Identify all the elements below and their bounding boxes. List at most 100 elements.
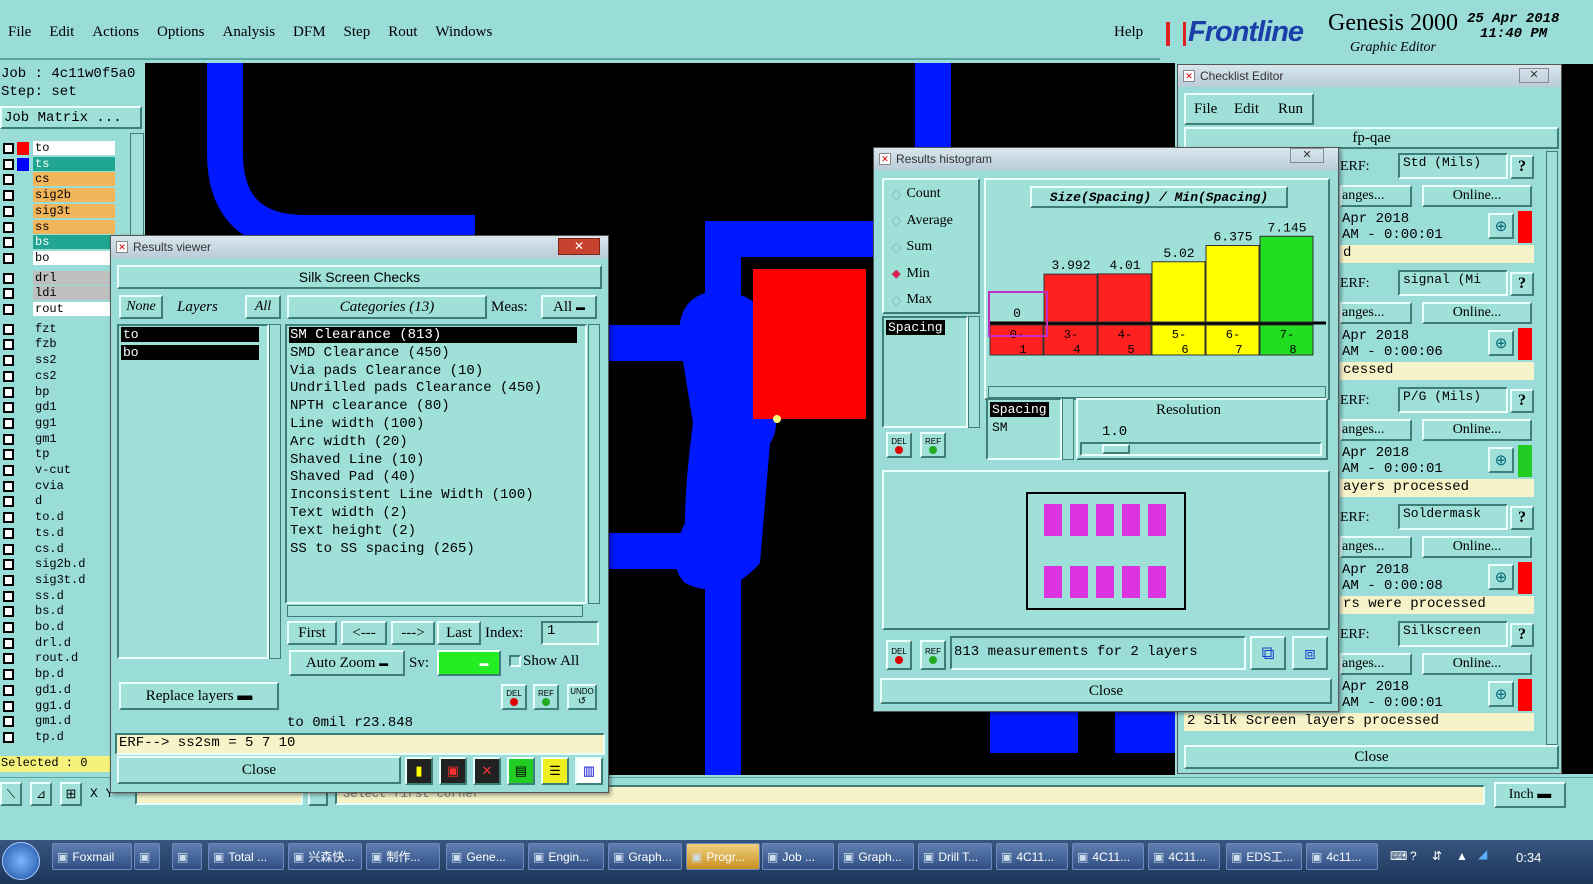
units-select[interactable]: Inch ▬ bbox=[1494, 782, 1566, 808]
layer-row[interactable]: d bbox=[0, 494, 115, 509]
taskbar-button[interactable]: ▣ Total ... bbox=[208, 843, 284, 870]
layer-checkbox[interactable] bbox=[3, 669, 14, 681]
index-field[interactable]: 1 bbox=[541, 621, 599, 645]
online-button[interactable]: Online... bbox=[1422, 302, 1532, 324]
rv-layer-scrollbar[interactable] bbox=[269, 324, 281, 659]
category-item[interactable]: Text width (2) bbox=[289, 505, 408, 521]
layer-row[interactable]: cs bbox=[0, 172, 115, 187]
sv-color-select[interactable]: ▬ bbox=[437, 650, 501, 676]
job-matrix-button[interactable]: Job Matrix ... bbox=[0, 106, 142, 129]
layer-checkbox[interactable] bbox=[3, 684, 14, 696]
category-item[interactable]: SS to SS spacing (265) bbox=[289, 541, 475, 557]
hist-ref-button-2[interactable]: REF bbox=[920, 640, 946, 670]
ranges-button[interactable]: anges... bbox=[1340, 536, 1412, 558]
arrow-up-icon[interactable]: ▲ bbox=[1456, 849, 1468, 863]
zoom-box-icon[interactable]: ▣ bbox=[439, 757, 467, 785]
grid-icon[interactable]: ⊞ bbox=[60, 782, 82, 806]
layer-row[interactable]: ts.d bbox=[0, 525, 115, 541]
layer-checkbox[interactable] bbox=[3, 323, 14, 335]
taskbar-button[interactable]: ▣ Engin... bbox=[528, 843, 604, 870]
taskbar-button[interactable]: ▣ 制作... bbox=[366, 843, 440, 870]
first-button[interactable]: First bbox=[287, 621, 337, 645]
cl-menu-run[interactable]: Run bbox=[1278, 101, 1303, 118]
taskbar-button[interactable]: ▣ Graph... bbox=[608, 843, 682, 870]
layer-scrollbar[interactable] bbox=[130, 133, 144, 243]
category-item[interactable]: Via pads Clearance (10) bbox=[289, 363, 483, 379]
layer-row[interactable]: ts bbox=[0, 156, 115, 172]
chart-hscrollbar[interactable] bbox=[988, 386, 1326, 398]
import-icon[interactable]: ⧈ bbox=[1292, 636, 1328, 670]
close-icon[interactable]: ✕ bbox=[558, 238, 600, 255]
layer-row[interactable]: gd1 bbox=[0, 400, 115, 415]
highlight-icon[interactable]: ▮ bbox=[405, 757, 433, 785]
layer-row[interactable]: cvia bbox=[0, 478, 115, 494]
layer-row[interactable]: v-cut bbox=[0, 463, 115, 478]
show-all-checkbox[interactable] bbox=[509, 655, 521, 667]
zoom-icon[interactable]: ⊕ bbox=[1488, 213, 1514, 239]
layer-row[interactable]: drl bbox=[0, 270, 115, 286]
category-item[interactable]: Shaved Line (10) bbox=[289, 452, 424, 468]
layer-checkbox[interactable] bbox=[3, 512, 14, 524]
layer-checkbox[interactable] bbox=[3, 606, 14, 618]
category-hscrollbar[interactable] bbox=[287, 605, 583, 617]
layer-checkbox[interactable] bbox=[3, 402, 14, 414]
checklist-titlebar[interactable]: ✕ Checklist Editor ✕ bbox=[1178, 65, 1561, 87]
layer-row[interactable]: tp bbox=[0, 447, 115, 462]
online-button[interactable]: Online... bbox=[1422, 185, 1532, 207]
menu-step[interactable]: Step bbox=[344, 24, 371, 41]
hist-close-button[interactable]: Close bbox=[880, 678, 1332, 704]
layer-checkbox[interactable] bbox=[3, 143, 14, 154]
auto-zoom-select[interactable]: Auto Zoom ▬ bbox=[289, 650, 405, 676]
stat-option-sum[interactable]: ◆ Sum bbox=[892, 239, 932, 255]
layer-checkbox[interactable] bbox=[3, 574, 14, 586]
menu-edit[interactable]: Edit bbox=[49, 24, 74, 41]
category-item[interactable]: Text height (2) bbox=[289, 523, 416, 539]
layer-checkbox[interactable] bbox=[3, 433, 14, 445]
layer-checkbox[interactable] bbox=[3, 543, 14, 555]
selection-item-2[interactable]: SM bbox=[990, 420, 1010, 435]
cross-out-icon[interactable]: ✕ bbox=[473, 757, 501, 785]
layer-checkbox[interactable] bbox=[3, 700, 14, 712]
taskbar-button[interactable]: ▣ Drill T... bbox=[918, 843, 992, 870]
prev-button[interactable]: <--- bbox=[341, 621, 387, 645]
ranges-button[interactable]: anges... bbox=[1340, 419, 1412, 441]
close-icon[interactable]: ✕ bbox=[1290, 148, 1324, 163]
help-button[interactable]: ? bbox=[1510, 506, 1534, 530]
replace-layers-button[interactable]: Replace layers ▬ bbox=[119, 682, 279, 710]
layer-checkbox[interactable] bbox=[3, 205, 14, 217]
radio-icon[interactable]: ◆ bbox=[892, 294, 900, 307]
layer-checkbox[interactable] bbox=[3, 590, 14, 602]
layer-checkbox[interactable] bbox=[3, 449, 14, 461]
taskbar-button[interactable]: ▣ Foxmail bbox=[52, 843, 132, 870]
start-button[interactable] bbox=[2, 842, 40, 880]
del-button[interactable]: DEL bbox=[501, 684, 527, 710]
cl-menu-file[interactable]: File bbox=[1194, 101, 1217, 118]
histogram-bar[interactable] bbox=[1097, 273, 1152, 323]
layer-row[interactable]: rout.d bbox=[0, 651, 115, 666]
layer-checkbox[interactable] bbox=[3, 622, 14, 633]
last-button[interactable]: Last bbox=[437, 621, 481, 645]
layer-row[interactable]: fzt bbox=[0, 321, 115, 337]
hist-list-item[interactable]: Spacing bbox=[886, 320, 945, 335]
layer-row[interactable]: rout bbox=[0, 302, 115, 317]
taskbar-button[interactable]: ▣ 4C11... bbox=[996, 843, 1068, 870]
results-viewer-titlebar[interactable]: ✕ Results viewer ✕ bbox=[111, 236, 608, 258]
ranges-button[interactable]: anges... bbox=[1340, 185, 1412, 207]
layer-checkbox[interactable] bbox=[3, 339, 14, 351]
histogram-bar[interactable] bbox=[1151, 261, 1206, 323]
undo-button[interactable]: UNDO ↺ bbox=[567, 684, 597, 710]
layer-checkbox[interactable] bbox=[3, 237, 14, 249]
layer-checkbox[interactable] bbox=[3, 252, 14, 264]
layer-checkbox[interactable] bbox=[3, 370, 14, 382]
help-button[interactable]: ? bbox=[1510, 272, 1534, 296]
erf-field[interactable]: Silkscreen bbox=[1398, 621, 1508, 647]
taskbar-button[interactable]: ▣ 4C11... bbox=[1148, 843, 1220, 870]
layer-row[interactable]: bs.d bbox=[0, 604, 115, 619]
layer-checkbox[interactable] bbox=[3, 304, 14, 315]
zoom-icon[interactable]: ⊕ bbox=[1488, 564, 1514, 590]
erf-field[interactable]: Std (Mils) bbox=[1398, 153, 1508, 179]
layer-row[interactable]: cs2 bbox=[0, 368, 115, 384]
checklist-close-button[interactable]: Close bbox=[1184, 745, 1559, 769]
online-button[interactable]: Online... bbox=[1422, 536, 1532, 558]
layer-row[interactable]: ss bbox=[0, 219, 115, 235]
